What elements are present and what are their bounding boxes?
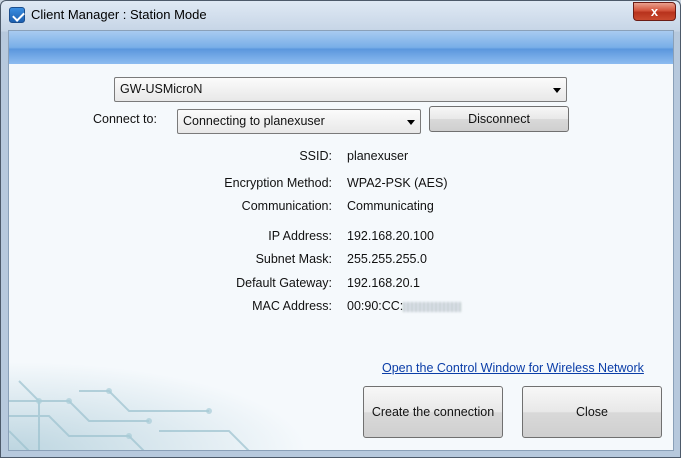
subnet-mask-label: Subnet Mask: (255, 252, 332, 266)
title-bar[interactable]: Client Manager : Station Mode x (1, 1, 680, 29)
client-manager-window: Client Manager : Station Mode x GW-USMic… (0, 0, 681, 458)
chevron-down-icon (553, 88, 561, 93)
app-icon (9, 7, 25, 23)
connect-to-label: Connect to: (93, 112, 157, 126)
mac-address-label: MAC Address: (252, 299, 332, 313)
mac-address-redacted (403, 301, 462, 312)
close-window-button[interactable]: x (633, 2, 676, 21)
connect-to-dropdown[interactable]: Connecting to planexuser (177, 109, 421, 134)
close-button[interactable]: Close (522, 386, 662, 438)
adapter-dropdown-value: GW-USMicroN (120, 82, 203, 96)
window-title: Client Manager : Station Mode (31, 7, 207, 22)
communication-label: Communication: (241, 199, 332, 213)
adapter-dropdown[interactable]: GW-USMicroN (114, 77, 567, 102)
communication-value: Communicating (347, 199, 434, 213)
chevron-down-icon (407, 120, 415, 125)
encryption-value: WPA2-PSK (AES) (347, 176, 448, 190)
default-gateway-label: Default Gateway: (236, 276, 332, 290)
default-gateway-value: 192.168.20.1 (347, 276, 420, 290)
open-control-window-link[interactable]: Open the Control Window for Wireless Net… (382, 361, 644, 375)
header-banner (9, 31, 673, 64)
client-area: GW-USMicroN Connect to: Connecting to pl… (8, 30, 674, 451)
ip-address-value: 192.168.20.100 (347, 229, 434, 243)
mac-address-row: 00:90:CC: (347, 299, 462, 313)
create-connection-button[interactable]: Create the connection (363, 386, 503, 438)
decorative-background (9, 361, 309, 450)
encryption-label: Encryption Method: (224, 176, 332, 190)
connect-to-value: Connecting to planexuser (183, 114, 325, 128)
mac-address-value: 00:90:CC: (347, 299, 404, 313)
ssid-label: SSID: (299, 149, 332, 163)
disconnect-button[interactable]: Disconnect (429, 106, 569, 132)
ssid-value: planexuser (347, 149, 409, 163)
subnet-mask-value: 255.255.255.0 (347, 252, 427, 266)
ip-address-label: IP Address: (268, 229, 332, 243)
